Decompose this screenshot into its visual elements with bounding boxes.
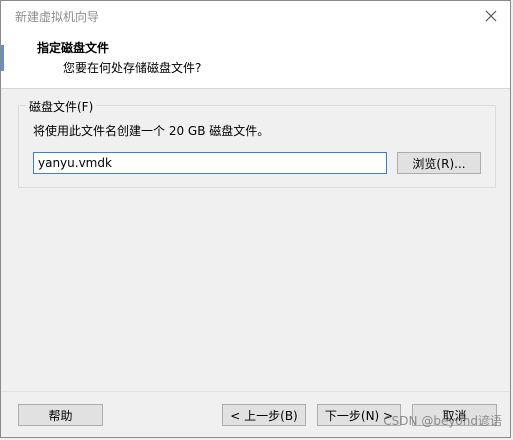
window-edge-accent: [1, 45, 4, 71]
wizard-window: 新建虚拟机向导 指定磁盘文件 您要在何处存储磁盘文件? 磁盘文件(F) 将使用此…: [0, 0, 511, 438]
wizard-header: 指定磁盘文件 您要在何处存储磁盘文件?: [1, 31, 510, 89]
disk-file-description: 将使用此文件名创建一个 20 GB 磁盘文件。: [33, 124, 270, 138]
next-button[interactable]: 下一步(N) >: [317, 404, 401, 426]
close-button[interactable]: [480, 6, 502, 26]
disk-file-group-label: 磁盘文件(F): [26, 98, 97, 115]
window-title: 新建虚拟机向导: [15, 10, 100, 24]
browse-button[interactable]: 浏览(R)...: [397, 152, 481, 174]
back-button[interactable]: < 上一步(B): [222, 404, 306, 426]
footer-separator: [1, 391, 510, 392]
help-button[interactable]: 帮助: [18, 404, 103, 426]
page-title: 指定磁盘文件: [37, 41, 110, 55]
close-icon: [485, 10, 497, 22]
disk-file-name-input[interactable]: yanyu.vmdk: [33, 152, 387, 174]
title-bar: 新建虚拟机向导: [1, 1, 510, 31]
disk-file-groupbox: [18, 105, 496, 188]
page-subtitle: 您要在何处存储磁盘文件?: [63, 61, 202, 75]
cancel-button[interactable]: 取消: [412, 404, 497, 426]
